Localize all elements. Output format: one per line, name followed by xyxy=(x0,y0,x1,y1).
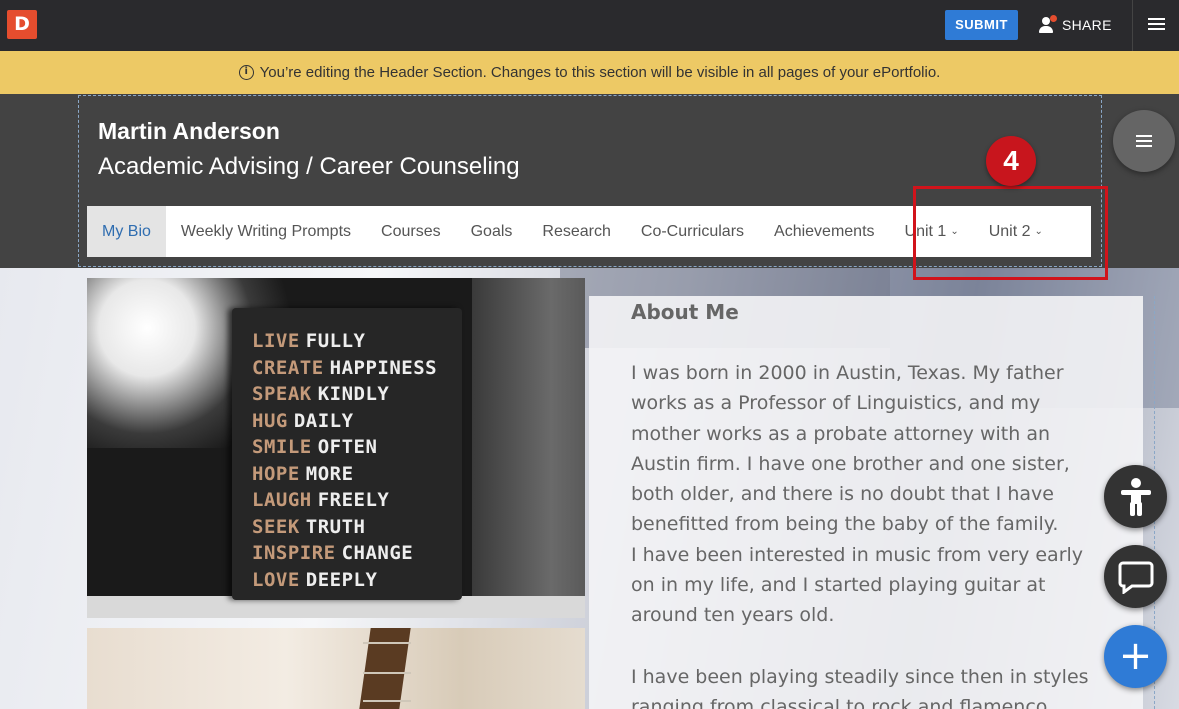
paragraph-line: works as a Professor of Linguistics, and… xyxy=(631,392,1041,415)
poster-word-muted: LIVE xyxy=(252,330,300,352)
nav-label: My Bio xyxy=(102,222,151,240)
app-logo[interactable]: D xyxy=(7,10,37,39)
notice-text: You’re editing the Header Section. Chang… xyxy=(259,64,941,81)
poster-word-muted: INSPIRE xyxy=(252,542,336,564)
nav-item-courses[interactable]: Courses xyxy=(366,206,456,257)
top-bar: D SUBMIT SHARE xyxy=(0,0,1179,51)
poster-word-bold: HAPPINESS xyxy=(329,356,438,379)
submit-button[interactable]: SUBMIT xyxy=(945,10,1018,40)
about-paragraph-2: I have been playing steadily since then … xyxy=(631,662,1111,709)
poster-line: SEEK TRUTH xyxy=(252,514,437,541)
plus-icon: + xyxy=(1118,633,1153,679)
nav-item-weekly-writing-prompts[interactable]: Weekly Writing Prompts xyxy=(166,206,366,257)
nav-label: Research xyxy=(542,222,611,240)
poster-word-muted: CREATE xyxy=(252,356,324,379)
paragraph-line: I have been playing steadily since then … xyxy=(631,666,1089,688)
nav-item-co-curriculars[interactable]: Co-Curriculars xyxy=(626,206,759,257)
paragraph-line: on in my life, and I started playing gui… xyxy=(631,574,1046,597)
about-title: About Me xyxy=(631,300,739,324)
poster-line: CREATE HAPPINESS xyxy=(252,355,437,382)
poster-line: SPEAK KINDLY xyxy=(252,381,437,408)
nav-label: Courses xyxy=(381,222,441,240)
chat-button[interactable] xyxy=(1104,545,1167,608)
editing-notice: i You’re editing the Header Section. Cha… xyxy=(0,51,1179,94)
poster-word-bold: MORE xyxy=(305,462,354,485)
poster-line: HOPE MORE xyxy=(252,461,437,488)
paragraph-line: both older, and there is no doubt that I… xyxy=(631,483,1054,506)
nav-label: Goals xyxy=(470,222,513,240)
annotation-highlight-box xyxy=(913,186,1108,280)
guitar-photo xyxy=(87,628,585,709)
nav-label: Weekly Writing Prompts xyxy=(180,222,352,240)
nav-item-my-bio[interactable]: My Bio xyxy=(87,206,166,257)
annotation-step-badge: 4 xyxy=(986,136,1036,186)
menu-icon xyxy=(1136,132,1152,150)
share-button[interactable]: SHARE xyxy=(1038,10,1112,40)
paragraph-line: I was born in 2000 in Austin, Texas. My … xyxy=(631,362,1064,384)
motivational-poster: LIVE FULLY CREATE HAPPINESS SPEAK KINDLY HUG DA… xyxy=(232,308,462,600)
nav-item-achievements[interactable]: Achievements xyxy=(759,206,890,257)
poster-word-bold: KINDLY xyxy=(317,383,390,405)
poster-word-muted: HUG xyxy=(252,409,288,432)
poster-word-bold: TRUTH xyxy=(305,515,366,538)
poster-photo: LIVE FULLY CREATE HAPPINESS SPEAK KINDLY HUG DA… xyxy=(87,278,585,618)
poster-word-bold: OFTEN xyxy=(317,436,378,458)
nav-label: Achievements xyxy=(774,222,875,240)
poster-word-bold: FULLY xyxy=(305,330,366,352)
poster-line: LIVE FULLY xyxy=(252,328,437,355)
poster-line: LOVE DEEPLY xyxy=(252,567,437,594)
info-icon: i xyxy=(238,65,254,80)
paragraph-line: ranging from classical to rock and flame… xyxy=(631,696,1054,709)
poster-word-muted: LAUGH xyxy=(252,489,312,511)
poster-word-bold: FREELY xyxy=(317,489,390,511)
section-menu-button[interactable] xyxy=(1113,110,1175,172)
poster-line: HUG DAILY xyxy=(252,408,437,435)
accessibility-icon xyxy=(1120,477,1151,516)
poster-word-bold: DEEPLY xyxy=(305,568,378,591)
nav-label: Co-Curriculars xyxy=(640,222,745,240)
paragraph-line: mother works as a probate attorney with … xyxy=(631,422,1051,445)
poster-word-bold: DAILY xyxy=(293,409,354,432)
poster-line: LAUGH FREELY xyxy=(252,487,437,514)
paragraph-line: around ten years old. xyxy=(631,604,835,627)
divider xyxy=(1132,0,1133,51)
poster-word-muted: SEEK xyxy=(252,515,300,538)
poster-word-muted: HOPE xyxy=(252,462,300,485)
accessibility-button[interactable] xyxy=(1104,465,1167,528)
paragraph-line: Austin firm. I have one brother and one … xyxy=(631,452,1070,475)
share-label: SHARE xyxy=(1062,17,1112,33)
poster-line: SMILE OFTEN xyxy=(252,434,437,461)
site-owner-name: Martin Anderson xyxy=(98,118,280,144)
poster-word-muted: SMILE xyxy=(252,436,312,458)
menu-icon[interactable] xyxy=(1148,18,1165,32)
paragraph-line: benefitted from being the baby of the fa… xyxy=(631,513,1059,536)
paragraph-line: I have been interested in music from ver… xyxy=(631,543,1084,566)
poster-word-muted: LOVE xyxy=(252,568,300,591)
chat-icon xyxy=(1118,561,1153,594)
poster-line: INSPIRE CHANGE xyxy=(252,540,437,567)
add-content-button[interactable]: + xyxy=(1104,625,1167,688)
about-paragraph-1: I was born in 2000 in Austin, Texas. My … xyxy=(631,358,1111,631)
poster-word-bold: CHANGE xyxy=(341,542,414,564)
person-icon xyxy=(1038,15,1057,34)
poster-word-muted: SPEAK xyxy=(252,383,312,405)
about-me-card: About Me I was born in 2000 in Austin, T… xyxy=(589,296,1143,709)
nav-item-goals[interactable]: Goals xyxy=(456,206,528,257)
nav-item-research[interactable]: Research xyxy=(527,206,625,257)
site-subtitle: Academic Advising / Career Counseling xyxy=(98,153,520,180)
